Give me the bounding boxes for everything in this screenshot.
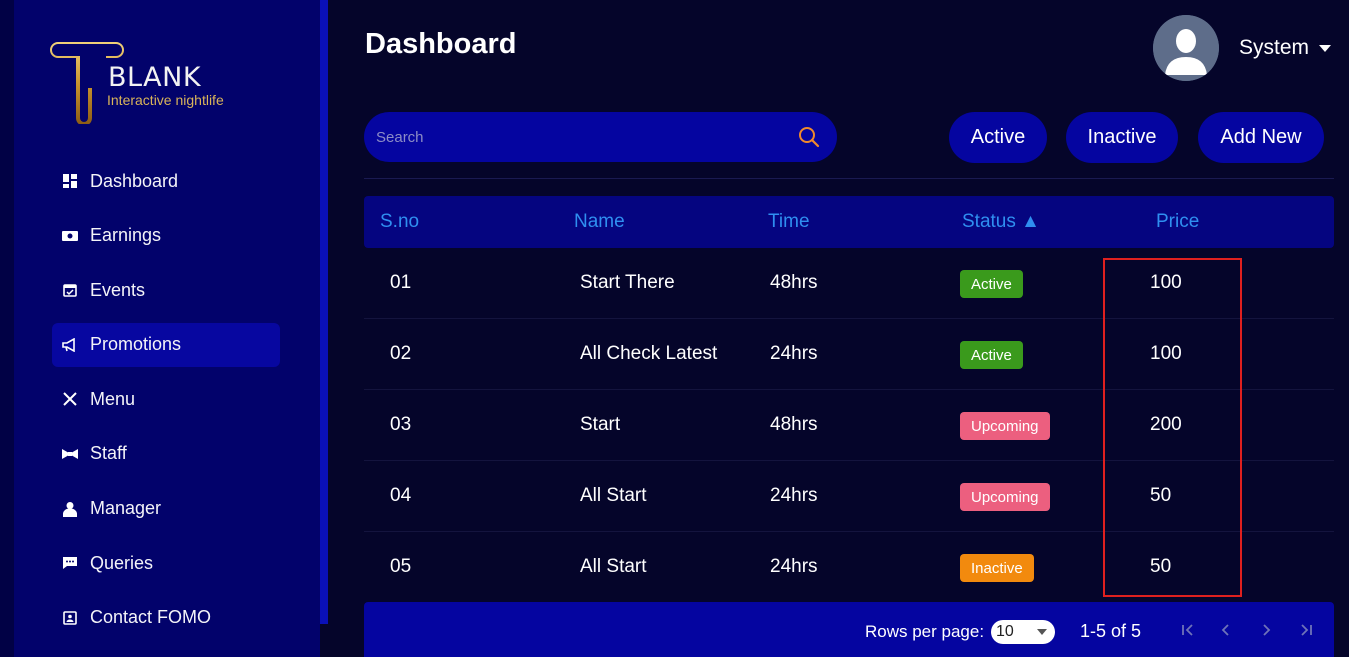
rows-per-page-select[interactable]: 10 [991,620,1055,644]
chevron-down-icon [1037,629,1047,635]
sidebar-item-label: Menu [90,388,136,409]
sidebar-item-queries[interactable]: Queries [52,541,280,585]
last-page-icon[interactable] [1296,620,1316,640]
table-pagination: Rows per page: 10 1-5 of 5 [364,602,1334,657]
sidebar-item-events[interactable]: Events [52,268,280,312]
search-input[interactable] [376,128,797,146]
sidebar-item-label: Earnings [90,225,162,246]
inactive-filter-button[interactable]: Inactive [1066,112,1178,163]
sidebar-item-menu[interactable]: Menu [52,377,280,421]
avatar[interactable] [1153,15,1219,81]
status-badge: Upcoming [960,483,1050,511]
user-name: System [1239,36,1310,59]
user-silhouette-icon [1153,15,1219,81]
dashboard-icon [62,173,78,189]
contact-icon [62,610,78,626]
sidebar-item-manager[interactable]: Manager [52,487,280,531]
user-menu[interactable]: System [1153,15,1332,81]
sidebar-item-label: Promotions [90,334,182,355]
megaphone-icon [62,337,78,353]
rows-per-page-value: 10 [996,623,1014,640]
cell-sno: 01 [390,272,412,293]
cell-name: Start [580,414,621,435]
sidebar-left-strip [0,0,14,657]
column-header-name[interactable]: Name [574,211,625,233]
sidebar-item-label: Events [90,279,146,300]
toolbar-divider [364,178,1334,179]
utensils-icon [62,391,78,407]
table-header: S.no Name Time Status ▲ Price [364,196,1334,248]
sidebar-edge-gap [320,624,328,657]
rows-per-page-label: Rows per page: [865,622,985,641]
status-badge: Upcoming [960,412,1050,440]
calendar-icon [62,282,78,298]
column-header-status[interactable]: Status ▲ [962,211,1040,233]
pagination-range: 1-5 of 5 [1080,621,1142,641]
column-header-price[interactable]: Price [1156,211,1199,233]
cell-sno: 05 [390,556,412,577]
active-filter-button[interactable]: Active [949,112,1047,163]
column-header-sno[interactable]: S.no [380,211,419,233]
brand-name: BLANK [108,62,202,93]
cell-time: 24hrs [770,556,818,577]
sidebar-item-label: Manager [90,498,162,519]
price-column-highlight [1103,258,1242,597]
add-new-button[interactable]: Add New [1198,112,1324,163]
first-page-icon[interactable] [1178,620,1198,640]
bowtie-icon [62,446,78,462]
search-icon[interactable] [797,125,821,149]
chat-icon [62,555,78,571]
cell-sno: 02 [390,343,412,364]
brand-tagline: Interactive nightlife [107,92,224,108]
sidebar-item-promotions[interactable]: Promotions [52,322,280,367]
sidebar-item-staff[interactable]: Staff [52,432,280,476]
sidebar-nav: Dashboard Earnings Events Promotions Men… [52,159,280,650]
cell-sno: 03 [390,414,412,435]
money-icon [62,228,78,244]
chevron-down-icon[interactable] [1319,44,1332,52]
cell-name: All Start [580,556,647,577]
sidebar-edge [320,0,328,624]
cell-time: 24hrs [770,485,818,506]
sidebar-item-dashboard[interactable]: Dashboard [52,159,280,203]
cell-time: 24hrs [770,343,818,364]
status-badge: Active [960,341,1023,369]
manager-icon [62,501,78,517]
cell-name: All Check Latest [580,343,718,364]
cell-time: 48hrs [770,414,818,435]
cell-sno: 04 [390,485,412,506]
status-badge: Active [960,270,1023,298]
sidebar-item-label: Contact FOMO [90,607,212,628]
search-bar [364,112,837,162]
status-badge: Inactive [960,554,1034,582]
sidebar-item-earnings[interactable]: Earnings [52,214,280,258]
cell-name: Start There [580,272,675,293]
column-header-time[interactable]: Time [768,211,810,233]
sidebar-item-label: Queries [90,552,154,573]
sidebar-item-label: Staff [90,443,127,464]
cell-name: All Start [580,485,647,506]
sidebar-item-contact-fomo[interactable]: Contact FOMO [52,596,280,640]
previous-page-icon[interactable] [1216,620,1236,640]
sidebar-item-label: Dashboard [90,170,179,191]
cell-time: 48hrs [770,272,818,293]
next-page-icon[interactable] [1256,620,1276,640]
brand-logo[interactable]: BLANK Interactive nightlife [50,38,260,124]
page-title: Dashboard [365,28,517,60]
